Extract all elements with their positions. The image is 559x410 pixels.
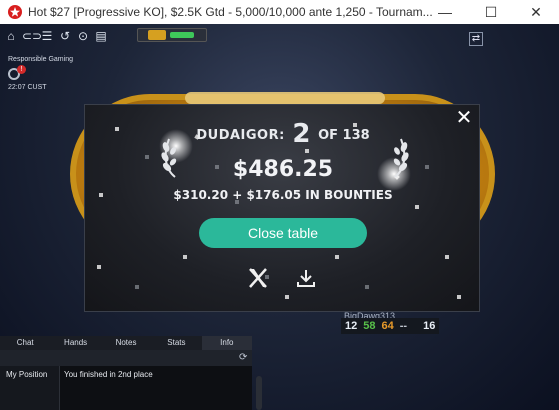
confetti: [365, 285, 369, 289]
hud-stat-pfr: 64: [381, 320, 394, 332]
info-value: You finished in 2nd place: [64, 370, 153, 379]
confetti: [135, 285, 139, 289]
player-label: DUDAIGOR:: [196, 128, 285, 143]
confetti: [285, 295, 289, 299]
session-time: 22:07 CUST: [8, 84, 47, 91]
info-key-label: My Position: [6, 370, 48, 379]
table-toolbar: ⌂ ⊂⊃ ☰ ↺ ⊙ ▤: [4, 28, 108, 44]
download-icon[interactable]: [295, 267, 317, 289]
info-header: [0, 350, 252, 366]
tab-stats[interactable]: Stats: [151, 336, 201, 350]
pokerstars-logo-icon: [8, 5, 22, 19]
video-icon[interactable]: ⊙: [76, 29, 90, 43]
tab-notes[interactable]: Notes: [101, 336, 151, 350]
chip-stack-meter[interactable]: [137, 28, 207, 42]
confetti: [305, 149, 309, 153]
finish-position: DUDAIGOR: 2 OF 138: [85, 119, 479, 149]
tab-info[interactable]: Info: [201, 336, 253, 350]
view-toggle-icon[interactable]: ⊂⊃: [22, 29, 42, 43]
minimize-button[interactable]: —: [422, 0, 468, 24]
hud-stat-hands: 12: [345, 320, 358, 332]
menu-icon[interactable]: ☰: [40, 29, 54, 43]
confetti: [97, 265, 101, 269]
responsible-gaming-link[interactable]: Responsible Gaming: [8, 56, 73, 63]
chip-icon: [148, 30, 166, 40]
confetti: [457, 295, 461, 299]
field-size: OF 138: [318, 128, 370, 143]
window-title: Hot $27 [Progressive KO], $2.5K Gtd - 5,…: [28, 5, 433, 19]
prize-amount: $486.25: [232, 157, 334, 182]
expand-icon[interactable]: ⇄: [469, 32, 483, 46]
hud-stat-vpip: 58: [363, 320, 376, 332]
hud-stat-extra: 16: [423, 320, 436, 332]
place-number: 2: [292, 119, 311, 149]
replay-icon[interactable]: ↺: [58, 29, 72, 43]
confetti: [335, 255, 339, 259]
x-share-icon[interactable]: [247, 267, 269, 289]
player-hud-stats[interactable]: 12 58 64 -- 16: [341, 318, 440, 334]
confetti: [415, 205, 419, 209]
confetti: [183, 255, 187, 259]
scrollbar[interactable]: [256, 376, 262, 410]
tournament-result-modal: ✕ DUDAIGOR: 2 OF 138 $486.25 $310.20 + $…: [84, 104, 480, 312]
confetti: [445, 255, 449, 259]
refresh-icon[interactable]: ⟳: [239, 353, 249, 363]
hud-stat-af: --: [399, 320, 408, 332]
close-table-button[interactable]: Close table: [199, 218, 367, 248]
maximize-button[interactable]: ☐: [468, 0, 514, 24]
notification-badge: !: [17, 65, 26, 74]
tab-hands[interactable]: Hands: [50, 336, 100, 350]
tab-chat[interactable]: Chat: [0, 336, 50, 350]
close-window-button[interactable]: ✕: [513, 0, 559, 24]
window-titlebar: Hot $27 [Progressive KO], $2.5K Gtd - 5,…: [0, 0, 559, 24]
notes-icon[interactable]: ▤: [94, 29, 108, 43]
home-icon[interactable]: ⌂: [4, 29, 18, 43]
meter-fill: [170, 32, 194, 38]
bottom-tabs: Chat Hands Notes Stats Info: [0, 336, 253, 350]
bounty-breakdown: $310.20 + $176.05 IN BOUNTIES: [173, 188, 393, 202]
table-rail-highlight: [185, 92, 385, 104]
